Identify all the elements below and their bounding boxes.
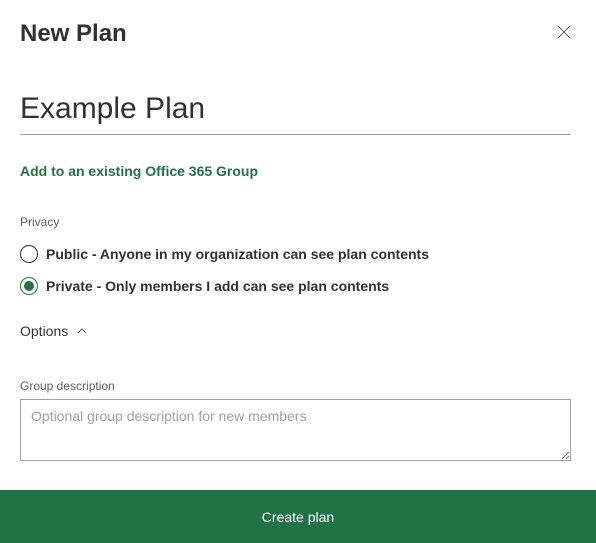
privacy-label: Privacy (20, 215, 576, 229)
privacy-radio-group: Public - Anyone in my organization can s… (20, 245, 576, 295)
panel-header: New Plan (20, 20, 576, 48)
group-description-textarea[interactable] (20, 399, 571, 461)
group-description-label: Group description (20, 379, 576, 393)
close-icon (557, 25, 571, 39)
options-toggle-label: Options (20, 323, 68, 339)
chevron-up-icon (76, 325, 88, 337)
new-plan-panel: New Plan Add to an existing Office 365 G… (0, 0, 596, 543)
radio-icon (20, 277, 38, 295)
privacy-option-private[interactable]: Private - Only members I add can see pla… (20, 277, 576, 295)
create-plan-button[interactable]: Create plan (0, 490, 596, 543)
panel-footer: Create plan (0, 490, 596, 543)
close-button[interactable] (552, 20, 576, 44)
radio-label-private: Private - Only members I add can see pla… (46, 278, 389, 294)
plan-name-input[interactable] (20, 88, 571, 135)
radio-label-public: Public - Anyone in my organization can s… (46, 246, 429, 262)
options-toggle[interactable]: Options (20, 323, 576, 339)
panel-title: New Plan (20, 20, 127, 48)
radio-icon (20, 245, 38, 263)
privacy-option-public[interactable]: Public - Anyone in my organization can s… (20, 245, 576, 263)
add-existing-group-link[interactable]: Add to an existing Office 365 Group (20, 163, 576, 179)
